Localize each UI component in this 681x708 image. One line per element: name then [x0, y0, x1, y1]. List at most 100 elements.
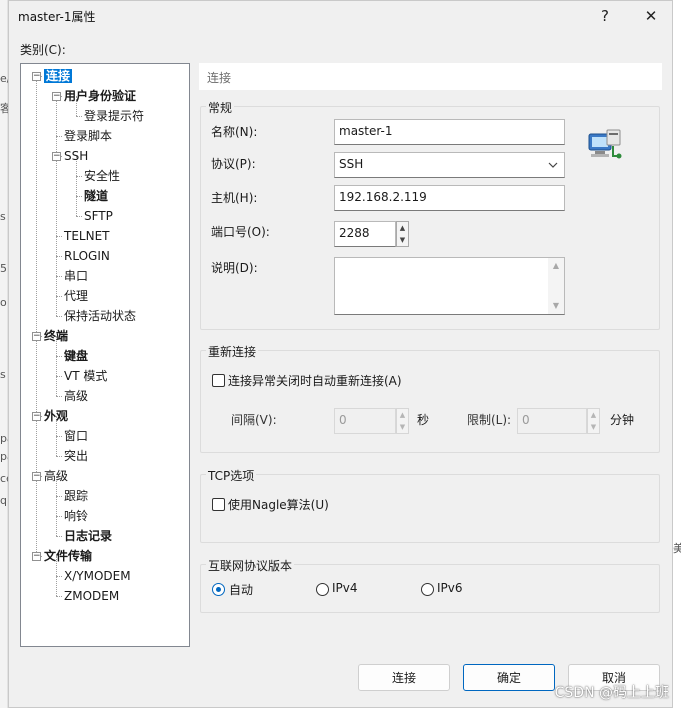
limit-spinner[interactable]: ▲ ▼ [587, 408, 600, 434]
tree-item[interactable]: 高级 [44, 467, 68, 485]
scroll-down-icon[interactable]: ▼ [548, 298, 564, 314]
ok-button[interactable]: 确定 [463, 664, 555, 691]
tree-item[interactable]: 登录脚本 [64, 127, 112, 145]
tree-item[interactable]: 安全性 [84, 167, 120, 185]
tree-item[interactable]: 用户身份验证 [64, 87, 136, 105]
protocol-value: SSH [339, 157, 364, 171]
host-field[interactable]: 192.168.2.119 [334, 185, 565, 211]
tree-item[interactable]: 键盘 [64, 347, 88, 365]
nagle-label[interactable]: 使用Nagle算法(U) [228, 496, 329, 513]
tree-branch-line [56, 376, 62, 377]
tree-item-label: 用户身份验证 [64, 89, 137, 103]
ipv6-radio[interactable] [421, 583, 434, 596]
collapse-icon[interactable]: − [52, 152, 61, 161]
tree-item-label: 代理 [64, 289, 89, 303]
tree-branch-line [76, 216, 82, 217]
ipv4-radio[interactable] [316, 583, 329, 596]
spin-down-icon[interactable]: ▼ [397, 421, 408, 433]
tree-item[interactable]: 终端 [44, 327, 68, 345]
tree-item-label: ZMODEM [64, 589, 120, 603]
tree-item-label: 保持活动状态 [64, 309, 137, 323]
help-button[interactable]: ? [585, 1, 625, 31]
spin-down-icon[interactable]: ▼ [588, 421, 599, 433]
limit-field[interactable]: 0 [517, 408, 587, 434]
scroll-up-icon[interactable]: ▲ [548, 258, 564, 274]
tree-item-label: 突出 [64, 449, 89, 463]
tree-item[interactable]: 高级 [64, 387, 88, 405]
limit-label: 限制(L): [467, 413, 512, 427]
spin-up-icon[interactable]: ▲ [397, 222, 408, 234]
tree-item-label: 安全性 [84, 169, 121, 183]
ipv4-label[interactable]: IPv4 [332, 581, 358, 595]
ip-auto-radio[interactable] [212, 583, 225, 596]
tree-item[interactable]: 保持活动状态 [64, 307, 136, 325]
tree-item[interactable]: 文件传输 [44, 547, 92, 565]
background-fragment: s [0, 368, 6, 381]
interval-spinner[interactable]: ▲ ▼ [396, 408, 409, 434]
collapse-icon[interactable]: − [32, 332, 41, 341]
connect-button[interactable]: 连接 [358, 664, 450, 691]
tree-item[interactable]: SFTP [84, 207, 113, 225]
collapse-icon[interactable]: − [32, 552, 41, 561]
spin-up-icon[interactable]: ▲ [397, 409, 408, 421]
help-icon: ? [601, 7, 609, 25]
protocol-label: 协议(P): [211, 157, 256, 171]
tree-item[interactable]: 代理 [64, 287, 88, 305]
background-fragment: o [0, 296, 7, 309]
tree-item[interactable]: 响铃 [64, 507, 88, 525]
tree-item[interactable]: X/YMODEM [64, 567, 131, 585]
tree-item[interactable]: ZMODEM [64, 587, 119, 605]
tree-item[interactable]: 跟踪 [64, 487, 88, 505]
spin-down-icon[interactable]: ▼ [397, 234, 408, 246]
background-fragment: 美 [673, 542, 681, 555]
tree-item[interactable]: 突出 [64, 447, 88, 465]
description-field[interactable] [334, 257, 565, 315]
category-tree[interactable]: − 连接 − 用户身份验证 登录提示符 登录脚本 − SSH 安全性 隧道 SFTP TELNET RL… [20, 63, 190, 647]
auto-reconnect-label[interactable]: 连接异常关闭时自动重新连接(A) [228, 372, 402, 389]
general-group-title: 常规 [206, 99, 235, 116]
description-scrollbar[interactable]: ▲ ▼ [548, 258, 564, 314]
nagle-checkbox[interactable] [212, 498, 225, 511]
tree-guide-line [56, 96, 57, 316]
collapse-icon[interactable]: − [32, 472, 41, 481]
port-spinner[interactable]: ▲ ▼ [396, 221, 409, 247]
interval-field[interactable]: 0 [334, 408, 396, 434]
tree-branch-line [56, 396, 62, 397]
collapse-icon[interactable]: − [52, 92, 61, 101]
spin-up-icon[interactable]: ▲ [588, 409, 599, 421]
collapse-icon[interactable]: − [32, 72, 41, 81]
close-button[interactable]: ✕ [631, 1, 671, 31]
tree-item-label: 日志记录 [64, 529, 113, 543]
tree-item[interactable]: 连接 [44, 67, 73, 85]
tree-item[interactable]: 外观 [44, 407, 68, 425]
tree-branch-line [56, 296, 62, 297]
ipv6-label[interactable]: IPv6 [437, 581, 463, 595]
section-header: 连接 [199, 63, 662, 90]
tree-item-label: 高级 [64, 389, 89, 403]
name-field[interactable]: master-1 [334, 119, 565, 145]
protocol-select[interactable]: SSH [334, 152, 565, 178]
tree-item[interactable]: TELNET [64, 227, 110, 245]
collapse-icon[interactable]: − [32, 412, 41, 421]
properties-dialog: master-1属性 ? ✕ 类别(C): − 连接 − 用户身份验证 登录提示符 登录脚… [8, 0, 673, 708]
tree-item[interactable]: 登录提示符 [84, 107, 144, 125]
ip-version-group-title: 互联网协议版本 [206, 557, 295, 574]
ip-auto-label[interactable]: 自动 [229, 581, 253, 598]
tree-item[interactable]: 日志记录 [64, 527, 112, 545]
tree-branch-line [76, 176, 82, 177]
tree-item[interactable]: SSH [64, 147, 88, 165]
tree-branch-line [56, 256, 62, 257]
tree-item-label: 文件传输 [44, 549, 93, 563]
auto-reconnect-checkbox[interactable] [212, 374, 225, 387]
port-field[interactable]: 2288 [334, 221, 396, 247]
tree-item-label: 外观 [44, 409, 69, 423]
tree-branch-line [56, 516, 62, 517]
tree-item[interactable]: 窗口 [64, 427, 88, 445]
watermark: CSDN @码上上班 [554, 685, 669, 701]
tree-item[interactable]: RLOGIN [64, 247, 110, 265]
tree-item[interactable]: 隧道 [84, 187, 108, 205]
tree-branch-line [56, 576, 62, 577]
tree-item-label: 高级 [44, 469, 69, 483]
tree-item[interactable]: 串口 [64, 267, 88, 285]
tree-item[interactable]: VT 模式 [64, 367, 107, 385]
